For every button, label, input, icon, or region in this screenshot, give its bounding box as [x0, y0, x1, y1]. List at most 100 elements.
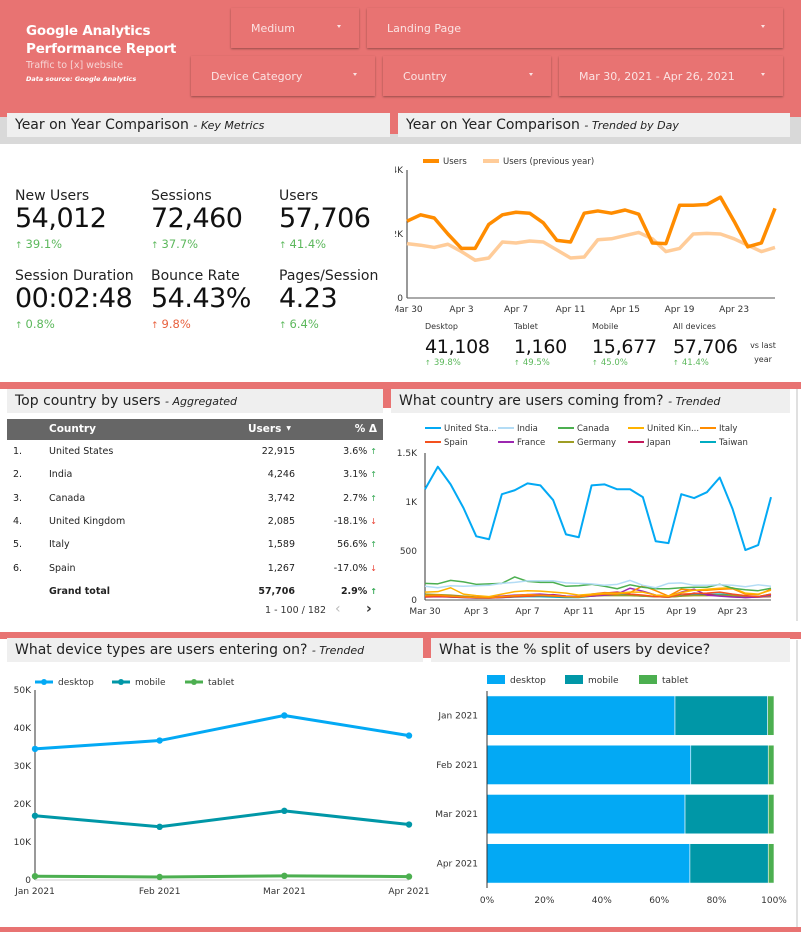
legend-marker	[118, 679, 124, 685]
device-value: 1,160	[514, 336, 567, 358]
table-row[interactable]: 5. Italy 1,589 56.6% ↑	[7, 533, 383, 556]
series-line-desktop	[34, 713, 410, 751]
device-split-title-text: What is the % split of users by device?	[439, 642, 711, 658]
y-tick-label: 4K	[395, 166, 404, 176]
legend-label: India	[517, 424, 538, 434]
country-trend-chart: United Sta... India Canada United Kin... Ita…	[397, 424, 772, 617]
x-tick-label: Apr 11	[564, 607, 594, 617]
row-users: 22,915	[261, 446, 295, 457]
scrollbar-track[interactable]	[796, 640, 798, 927]
vs-last-year-line1: vs last	[750, 341, 776, 350]
arrow-up-icon: ↑	[370, 447, 377, 456]
x-tick-label: 80%	[707, 896, 727, 906]
date-range-picker[interactable]: Mar 30, 2021 - Apr 26, 2021	[559, 56, 783, 96]
grand-total-row: Grand total 57,706 2.9% ↑	[7, 580, 383, 603]
kpi-value: 00:02:48	[15, 283, 133, 314]
kpi-card: Session Duration 00:02:48 ↑ 0.8%	[15, 268, 134, 331]
y-category-label: Jan 2021	[437, 712, 478, 722]
bar-segment-tablet	[767, 843, 775, 884]
prev-page-button[interactable]: ‹	[335, 601, 341, 617]
table-row[interactable]: 3. Canada 3,742 2.7% ↑	[7, 487, 383, 510]
trended-by-day-title: Year on Year Comparison - Trended by Day	[398, 113, 790, 137]
device-category-filter[interactable]: Device Category	[191, 56, 375, 96]
x-tick-label: Jan 2021	[14, 887, 55, 897]
row-users: 4,246	[267, 469, 295, 481]
bar-segment-desktop	[486, 744, 692, 785]
device-delta-value: 41.4%	[681, 358, 709, 368]
kpi-label: Pages/Session	[279, 268, 379, 284]
legend-label: Taiwan	[718, 438, 748, 448]
bar-segment-tablet	[767, 695, 775, 736]
arrow-down-icon: ↓	[370, 516, 377, 526]
x-tick-label: Mar 2021	[263, 887, 306, 897]
device-label: All devices	[673, 322, 716, 331]
x-tick-label: Apr 7	[504, 305, 528, 315]
device-delta-value: 45.0%	[600, 358, 628, 368]
pagination-label: 1 - 100 / 182	[265, 605, 327, 616]
row-delta-value: -17.0%	[333, 562, 368, 574]
table-row[interactable]: 1. United States 22,915 3.6% ↑	[7, 440, 383, 463]
bar-segment-mobile	[689, 843, 769, 884]
data-point-tablet	[156, 873, 163, 881]
data-point-mobile	[281, 807, 288, 815]
legend-label: desktop	[510, 676, 546, 686]
x-tick-label: Apr 7	[515, 607, 539, 617]
device-scorecard: Mobile 15,677 ↑ 45.0%	[592, 322, 657, 368]
row-delta: 2.7% ↑	[343, 493, 377, 504]
table-row[interactable]: 4. United Kingdom 2,085 -18.1% ↓	[7, 510, 383, 533]
legend-swatch	[565, 675, 583, 684]
landing-page-filter[interactable]: Landing Page	[367, 8, 783, 48]
country-filter-label: Country	[403, 69, 447, 83]
chevron-down-icon	[529, 73, 533, 76]
landing-page-filter-label: Landing Page	[387, 21, 461, 35]
x-tick-label: 0%	[480, 896, 495, 906]
kpi-delta: ↑ 9.8%	[151, 317, 251, 331]
scrollbar-track[interactable]	[796, 389, 798, 621]
bar-segment-desktop	[486, 843, 691, 884]
x-tick-label: 100%	[761, 896, 787, 906]
country-table-header: Country Users ▼ % Δ	[7, 419, 383, 440]
legend-label: tablet	[662, 676, 689, 686]
y-tick-label: 0	[411, 596, 417, 606]
country-trend-title-text: What country are users coming from?	[399, 393, 664, 409]
x-tick-label: 20%	[534, 896, 554, 906]
medium-filter[interactable]: Medium	[231, 8, 359, 48]
arrow-up-icon: ↑	[15, 241, 23, 251]
series-line-tablet	[34, 874, 410, 879]
legend-label: Users (previous year)	[503, 157, 594, 167]
series-line-mobile	[34, 809, 410, 829]
arrow-up-icon: ↑	[425, 359, 431, 367]
column-header-users[interactable]: Users ▼	[248, 423, 291, 435]
column-header-delta[interactable]: % Δ	[355, 423, 377, 435]
column-header-country[interactable]: Country	[49, 423, 96, 435]
row-rank: 3.	[13, 492, 23, 504]
legend-label: tablet	[208, 678, 235, 688]
kpi-delta: ↑ 6.4%	[279, 317, 378, 331]
data-point-mobile	[156, 823, 163, 830]
series-line-users	[406, 195, 777, 251]
x-tick-label: Apr 15	[610, 305, 640, 315]
arrow-down-icon: ↓	[370, 563, 377, 573]
country-filter[interactable]: Country	[383, 56, 551, 96]
date-range-label: Mar 30, 2021 - Apr 26, 2021	[579, 69, 735, 83]
row-country: Italy	[49, 539, 70, 551]
device-delta: ↑ 45.0%	[592, 358, 657, 368]
legend-label: France	[517, 438, 545, 448]
next-page-button[interactable]: ›	[366, 601, 372, 617]
device-delta-value: 49.5%	[522, 358, 550, 368]
row-users: 2,085	[267, 515, 295, 527]
legend-label: Spain	[444, 438, 468, 448]
row-users: 1,267	[267, 562, 295, 574]
row-rank: 5.	[13, 539, 23, 551]
table-row[interactable]: 6. Spain 1,267 -17.0% ↓	[7, 557, 383, 580]
x-tick-label: Mar 30	[409, 607, 441, 617]
device-value: 15,677	[592, 336, 657, 358]
arrow-up-icon: ↑	[151, 241, 159, 251]
report-title-line2: Performance Report	[26, 41, 177, 57]
device-delta: ↑ 39.8%	[425, 358, 490, 368]
section-divider	[383, 382, 391, 408]
legend-marker	[41, 679, 47, 685]
table-row[interactable]: 2. India 4,246 3.1% ↑	[7, 463, 383, 486]
chevron-down-icon	[761, 25, 765, 28]
kpi-delta: ↑ 0.8%	[15, 317, 134, 331]
